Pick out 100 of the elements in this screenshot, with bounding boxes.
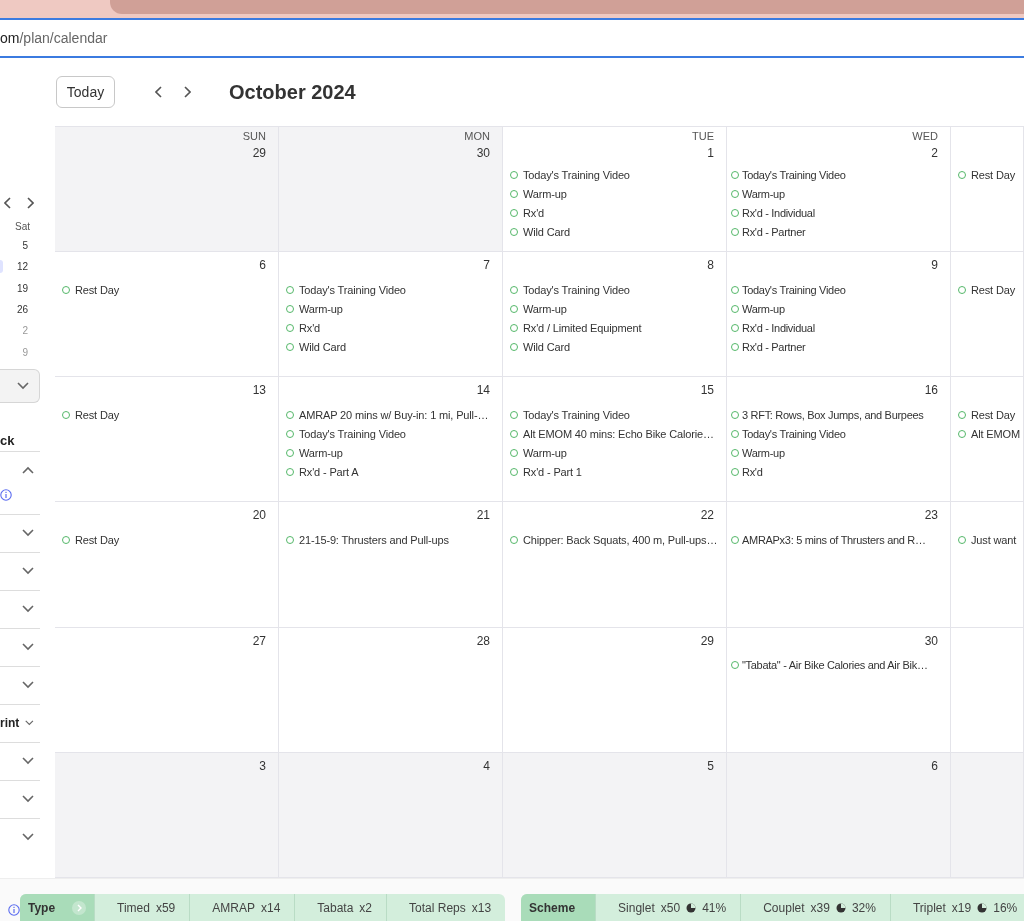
chevron-down-icon[interactable] [22,833,34,842]
event-title[interactable]: Alt EMOM [971,427,1020,440]
event-title[interactable]: Rx'd / Limited Equipment [523,321,642,334]
day-cell[interactable] [951,627,1024,753]
mini-calendar-day[interactable]: 26 [16,304,28,316]
event-title[interactable]: Today's Training Video [742,427,846,440]
address-bar[interactable]: om/plan/calendar [0,18,1024,58]
day-cell[interactable]: 5 [503,752,727,878]
event-title[interactable]: Warm-up [523,187,567,200]
chevron-down-icon[interactable] [22,643,34,652]
day-cell[interactable]: 30 "Tabata" - Air Bike Calories and Air Bik… [727,627,951,753]
day-cell[interactable]: 3 [55,752,279,878]
info-icon[interactable] [8,904,20,916]
event-title[interactable]: 21-15-9: Thrusters and Pull-ups [299,534,449,546]
day-cell[interactable]: MON 30 [279,127,503,253]
stat-item[interactable]: Timed x59 [94,894,190,921]
event-title[interactable]: Rx'd [299,321,321,334]
chevron-down-icon[interactable] [22,605,34,614]
event-title[interactable]: Warm-up [742,302,785,315]
mini-calendar-day[interactable]: 12 [16,261,28,273]
event-title[interactable]: Wild Card [299,340,346,353]
event-title[interactable]: Rx'd - Part 1 [523,465,582,478]
event-title[interactable]: Today's Training Video [299,427,406,440]
day-cell[interactable]: 21 21-15-9: Thrusters and Pull-ups [279,502,503,628]
filter-chip[interactable]: Type [20,894,94,921]
day-cell[interactable]: Rest Day [951,252,1024,378]
event-title[interactable]: Warm-up [742,187,785,200]
chevron-down-icon[interactable] [22,529,34,538]
stat-item[interactable]: Couplet x39 32% [740,894,890,921]
event-title[interactable]: Today's Training Video [742,168,846,181]
event-title[interactable]: Today's Training Video [299,283,406,296]
event-title[interactable]: Warm-up [523,446,567,459]
day-cell[interactable]: 29 [503,627,727,753]
accordion-label[interactable]: rint [0,716,20,731]
day-cell[interactable]: SUN 29 [55,127,279,253]
event-title[interactable]: Wild Card [523,340,570,353]
stat-item[interactable]: Singlet x50 41% [595,894,741,921]
mini-calendar-day[interactable]: 5 [22,240,28,252]
mini-calendar-day[interactable]: 19 [16,282,28,294]
chevron-down-icon[interactable] [22,681,34,690]
day-cell[interactable]: WED 2 Today's Training Video Warm-up Rx'd - Individual Rx'd - Partner [727,127,951,253]
event-title[interactable]: "Tabata" - Air Bike Calories and Air Bik… [742,659,928,672]
stat-item[interactable]: Total Reps x13 [386,894,506,921]
day-cell[interactable]: 15 Today's Training Video Alt EMOM 40 mins: Echo Bike Calorie… Warm-up Rx'd - Part 1 [503,377,727,503]
event-title[interactable]: Rx'd [742,465,763,478]
day-cell[interactable]: 7 Today's Training Video Warm-up Rx'd Wild Card [279,252,503,378]
event-title[interactable]: Rest Day [971,408,1016,421]
day-cell[interactable]: Rest Day Alt EMOM [951,377,1024,503]
chevron-down-icon[interactable] [17,381,29,390]
day-cell[interactable]: 22 Chipper: Back Squats, 400 m, Pull-ups… [503,502,727,628]
event-title[interactable]: Rest Day [75,534,120,546]
filter-chip[interactable]: Scheme [521,894,596,921]
chevron-down-icon[interactable] [25,719,34,728]
day-cell[interactable]: 28 [279,627,503,753]
event-title[interactable]: Warm-up [299,446,343,459]
event-title[interactable]: Rx'd - Individual [742,206,815,219]
event-title[interactable]: Warm-up [742,446,785,459]
day-cell[interactable]: 9 Today's Training Video Warm-up Rx'd - Individual Rx'd - Partner [727,252,951,378]
event-title[interactable]: Rest Day [75,408,120,421]
event-title[interactable]: Rx'd - Individual [742,321,815,334]
day-cell[interactable]: 8 Today's Training Video Warm-up Rx'd / Limited Equipment Wild Card [503,252,727,378]
chevron-down-icon[interactable] [22,757,34,766]
chevron-down-icon[interactable] [22,795,34,804]
previous-month-icon[interactable] [4,197,12,209]
event-title[interactable]: Rx'd - Part A [299,465,359,478]
day-cell[interactable]: TUE 1 Today's Training Video Warm-up Rx'd Wild Card [503,127,727,253]
day-cell[interactable]: Just want [951,502,1024,628]
day-cell[interactable]: Rest Day [951,127,1024,253]
chevron-down-icon[interactable] [22,567,34,576]
event-title[interactable]: Rest Day [75,283,120,296]
day-cell[interactable]: 6 Rest Day [55,252,279,378]
stat-item[interactable]: Tabata x2 [294,894,387,921]
stat-item[interactable]: Triplet x19 16% [889,894,1024,921]
previous-month-icon[interactable] [155,86,163,98]
info-icon[interactable] [0,488,12,501]
chevron-up-icon[interactable] [22,466,34,475]
event-title[interactable]: Rest Day [971,283,1016,296]
event-title[interactable]: AMRAP 20 mins w/ Buy-in: 1 mi, Pull-… [299,408,489,421]
day-cell[interactable]: 27 [55,627,279,753]
day-cell[interactable]: 6 [727,752,951,878]
event-title[interactable]: Just want [971,534,1017,546]
stat-item[interactable]: AMRAP x14 [189,894,295,921]
next-month-icon[interactable] [26,197,34,209]
day-cell[interactable]: 14 AMRAP 20 mins w/ Buy-in: 1 mi, Pull-… Today's Training Video Warm-up Rx'd - Part A [279,377,503,503]
day-cell[interactable]: 20 Rest Day [55,502,279,628]
event-title[interactable]: Today's Training Video [523,168,630,181]
event-title[interactable]: Wild Card [523,225,570,238]
event-title[interactable]: Today's Training Video [742,283,846,296]
event-title[interactable]: Today's Training Video [523,408,630,421]
day-cell[interactable]: 4 [279,752,503,878]
day-cell[interactable] [951,752,1024,878]
event-title[interactable]: Alt EMOM 40 mins: Echo Bike Calorie… [523,427,714,440]
day-cell[interactable]: 23 AMRAPx3: 5 mins of Thrusters and R… [727,502,951,628]
event-title[interactable]: Warm-up [523,302,567,315]
day-cell[interactable]: 13 Rest Day [55,377,279,503]
next-month-icon[interactable] [183,86,191,98]
event-title[interactable]: Rx'd - Partner [742,225,806,238]
event-title[interactable]: Today's Training Video [523,283,630,296]
event-title[interactable]: Rest Day [971,168,1016,181]
event-title[interactable]: Rx'd - Partner [742,340,806,353]
